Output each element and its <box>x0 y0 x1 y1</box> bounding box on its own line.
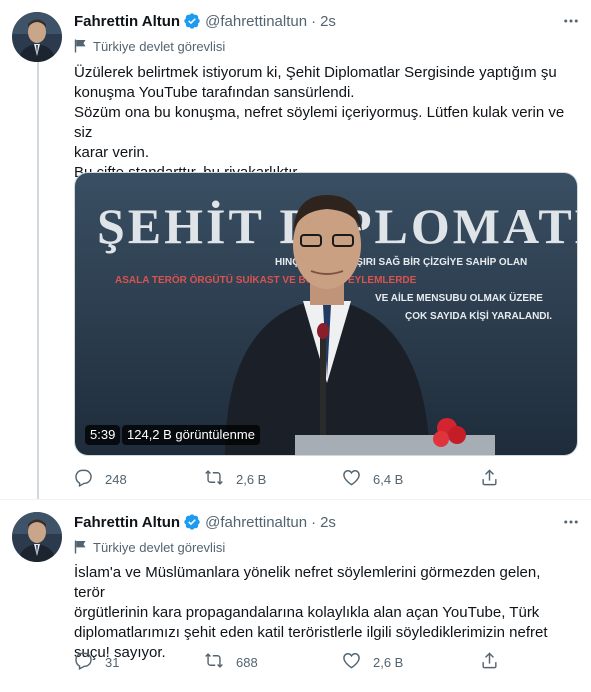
tweet-actions: 248 2,6 B 6,4 B <box>74 469 554 489</box>
tweet-header: Fahrettin Altun @fahrettinaltun · 2s <box>74 11 336 31</box>
author-handle[interactable]: @fahrettinaltun <box>205 514 307 531</box>
video-player[interactable]: ŞEHİT DİPLOMATLAR HINÇAK YAKIN AŞIRI SAĞ… <box>74 172 578 456</box>
reply-count: 248 <box>105 471 127 487</box>
like-icon <box>342 468 361 490</box>
separator: · <box>311 12 317 30</box>
reply-icon <box>74 468 93 490</box>
tweet-actions: 31 688 2,6 B <box>74 652 554 672</box>
tweet-text-line: İslam'a ve Müslümanlara yönelik nefret s… <box>74 564 541 601</box>
banner-line: ÇOK SAYIDA KİŞİ YARALANDI. <box>405 309 552 322</box>
like-button[interactable]: 2,6 B <box>342 652 403 672</box>
banner-line: ASALA TERÖR ÖRGÜTÜ SUİKAST VE BOMBALI EY… <box>115 273 417 286</box>
share-button[interactable] <box>480 469 499 489</box>
tweet-text-line: Sözüm ona bu konuşma, nefret söylemi içe… <box>74 104 565 141</box>
retweet-button[interactable]: 688 <box>204 652 258 672</box>
share-icon <box>480 468 499 490</box>
timestamp[interactable]: 2s <box>320 13 336 30</box>
retweet-count: 688 <box>236 654 258 670</box>
author-handle[interactable]: @fahrettinaltun <box>205 13 307 30</box>
share-button[interactable] <box>480 652 499 672</box>
like-icon <box>342 651 361 673</box>
flag-icon <box>74 39 87 53</box>
tweet-text-line: diplomatlarımızı şehit eden katil teröri… <box>74 624 548 641</box>
banner-line: VE AİLE MENSUBU OLMAK ÜZERE <box>375 291 543 304</box>
verified-icon <box>183 12 201 30</box>
tweet-text-line: karar verin. <box>74 144 150 161</box>
like-button[interactable]: 6,4 B <box>342 469 403 489</box>
tweet-text-line: konuşma YouTube tarafından sansürlendi. <box>74 84 355 101</box>
video-thumbnail: ŞEHİT DİPLOMATLAR HINÇAK YAKIN AŞIRI SAĞ… <box>75 173 577 455</box>
thread-line <box>37 62 39 500</box>
tweet-text-line: Üzülerek belirtmek istiyorum ki, Şehit D… <box>74 64 557 81</box>
timestamp[interactable]: 2s <box>320 514 336 531</box>
avatar[interactable] <box>12 12 62 62</box>
retweet-count: 2,6 B <box>236 471 267 487</box>
retweet-icon <box>204 468 224 490</box>
like-count: 6,4 B <box>373 471 404 487</box>
tweet[interactable]: Fahrettin Altun @fahrettinaltun · 2s Tür… <box>0 500 591 692</box>
verified-icon <box>183 513 201 531</box>
tweet-text: İslam'a ve Müslümanlara yönelik nefret s… <box>74 563 574 663</box>
tweet-text-line: örgütlerinin kara propagandalarına kolay… <box>74 604 540 621</box>
retweet-button[interactable]: 2,6 B <box>204 469 266 489</box>
more-icon[interactable] <box>562 12 580 30</box>
tweet-text: Üzülerek belirtmek istiyorum ki, Şehit D… <box>74 63 574 183</box>
label-text: Türkiye devlet görevlisi <box>93 38 226 54</box>
reply-icon <box>74 651 93 673</box>
author-name[interactable]: Fahrettin Altun <box>74 514 180 531</box>
reply-button[interactable]: 248 <box>74 469 127 489</box>
more-icon[interactable] <box>562 513 580 531</box>
tweet[interactable]: Fahrettin Altun @fahrettinaltun · 2s Tür… <box>0 0 591 500</box>
government-label[interactable]: Türkiye devlet görevlisi <box>74 37 225 55</box>
like-count: 2,6 B <box>373 654 404 670</box>
tweet-header: Fahrettin Altun @fahrettinaltun · 2s <box>74 512 336 532</box>
separator: · <box>311 513 317 531</box>
reply-count: 31 <box>105 654 120 670</box>
reply-button[interactable]: 31 <box>74 652 119 672</box>
video-duration: 5:39 <box>85 425 121 445</box>
share-icon <box>480 651 499 673</box>
author-name[interactable]: Fahrettin Altun <box>74 13 180 30</box>
label-text: Türkiye devlet görevlisi <box>93 539 226 555</box>
flag-icon <box>74 540 87 554</box>
avatar[interactable] <box>12 512 62 562</box>
retweet-icon <box>204 651 224 673</box>
video-views: 124,2 B görüntülenme <box>122 425 260 445</box>
government-label[interactable]: Türkiye devlet görevlisi <box>74 538 225 556</box>
